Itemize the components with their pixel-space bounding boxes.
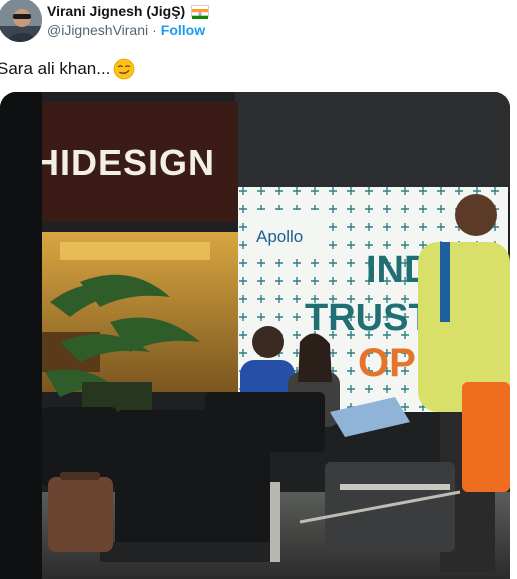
- airport-lounge-photo: HIDESIGN Apollo INDI TRUSTI OPE: [0, 92, 510, 579]
- author-display-name[interactable]: Virani Jignesh (JigŞ): [47, 3, 185, 19]
- avatar-image: [0, 0, 42, 42]
- separator-dot: ·: [152, 22, 157, 38]
- tweet-photo[interactable]: HIDESIGN Apollo INDI TRUSTI OPE: [0, 92, 510, 579]
- brand-sign: Apollo: [256, 227, 303, 246]
- author-handle[interactable]: @iJigneshVirani: [47, 22, 148, 38]
- smirking-face-icon: [113, 58, 135, 80]
- india-flag-icon: [191, 5, 210, 19]
- avatar[interactable]: [0, 0, 42, 42]
- follow-button[interactable]: Follow: [161, 22, 205, 38]
- store-sign: HIDESIGN: [33, 142, 215, 183]
- tweet-text: Sara ali khan...: [0, 59, 111, 78]
